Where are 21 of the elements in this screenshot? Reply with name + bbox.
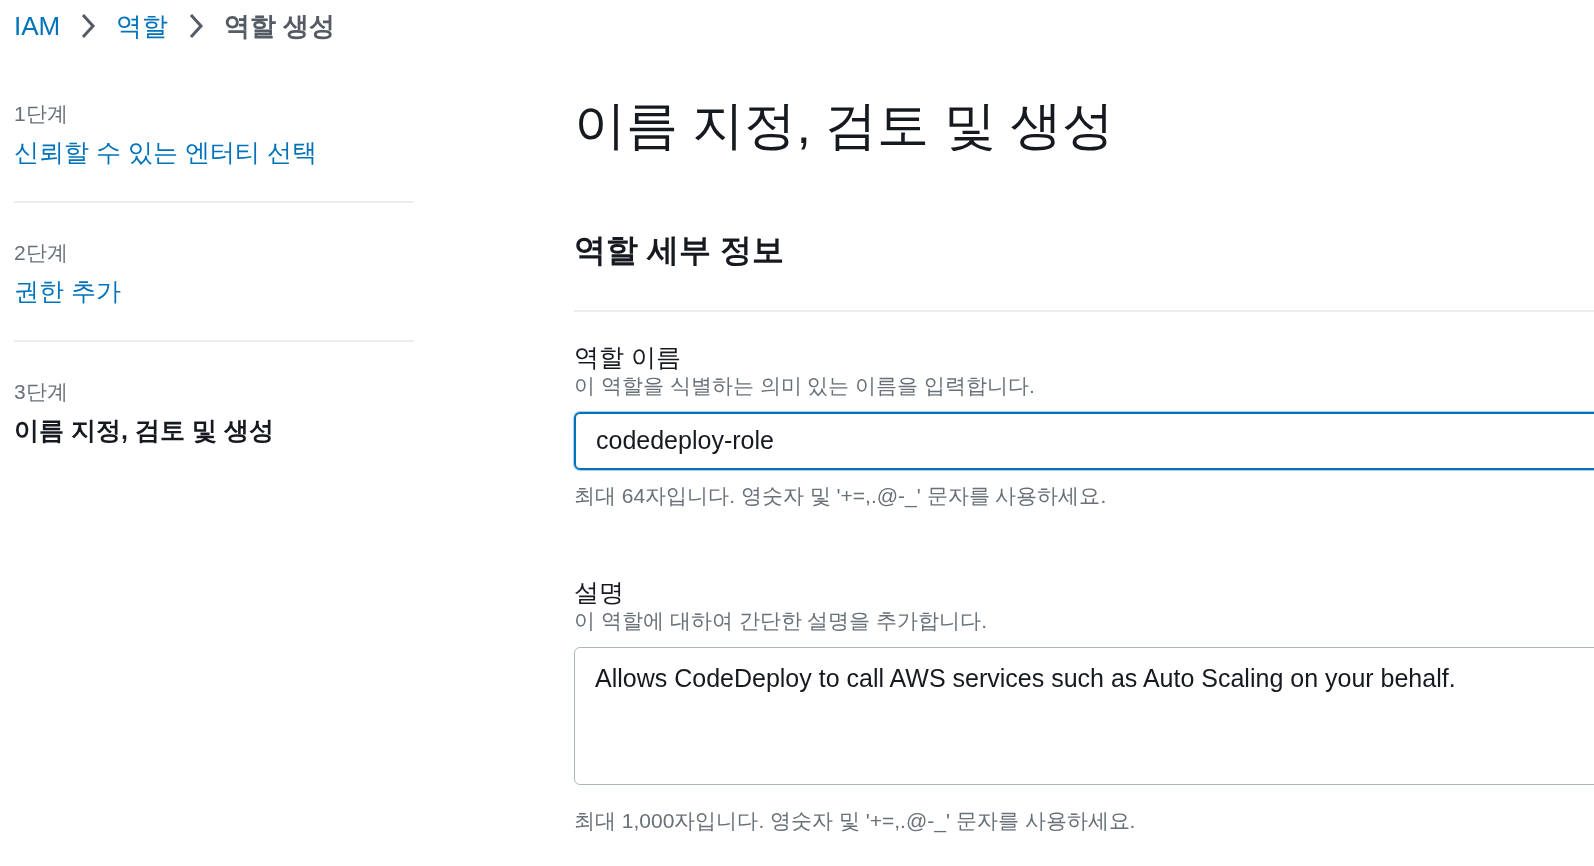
field-hint: 최대 64자입니다. 영숫자 및 '+=,.@-_' 문자를 사용하세요. [574,482,1108,510]
chevron-right-icon [80,12,97,40]
step-label: 2단계 [14,240,69,266]
field-label: 설명 [574,577,625,608]
step-title[interactable]: 신뢰할 수 있는 엔터티 선택 [14,133,414,171]
step-title[interactable]: 권한 추가 [14,272,414,310]
step-label: 1단계 [14,101,69,127]
field-hint: 최대 1,000자입니다. 영숫자 및 '+=,.@-_' 문자를 사용하세요. [574,807,1137,835]
field-description: 이 역할에 대하여 간단한 설명을 추가합니다. [574,608,988,635]
breadcrumb-link[interactable]: IAM [14,6,61,46]
field-description: 이 역할을 식별하는 의미 있는 이름을 입력합니다. [574,373,1036,400]
step-title: 이름 지정, 검토 및 생성 [14,414,275,446]
step-label: 3단계 [14,379,69,405]
field-label: 역할 이름 [574,342,682,373]
section-title: 역할 세부 정보 [574,231,785,270]
chevron-right-icon [188,12,205,40]
page-title: 이름 지정, 검토 및 생성 [574,95,1116,156]
breadcrumb-link[interactable]: 역할 [116,6,169,46]
role-name-input[interactable]: codedeploy-role [574,411,1594,470]
description-textarea[interactable]: Allows CodeDeploy to call AWS services such as Auto Scaling on your behalf. [574,646,1594,785]
breadcrumb-current: 역할 생성 [224,9,336,43]
